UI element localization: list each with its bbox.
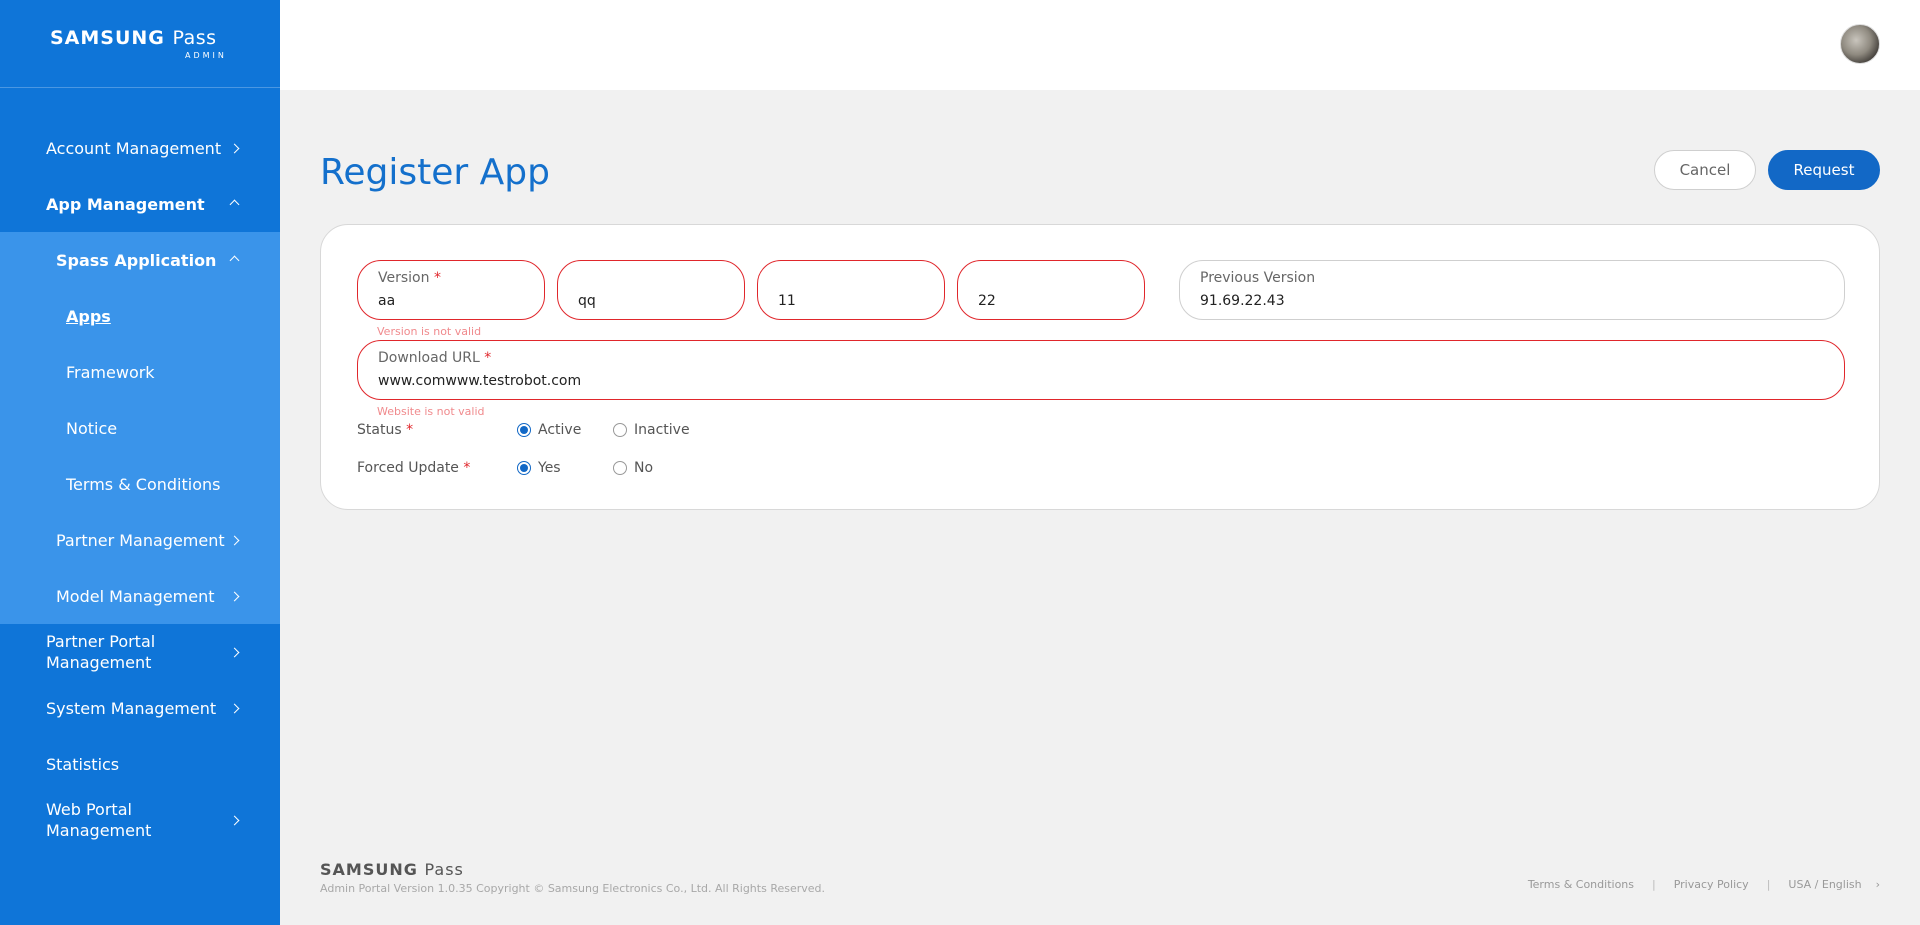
footer-link-privacy[interactable]: Privacy Policy: [1674, 878, 1749, 891]
chevron-right-icon: [231, 532, 238, 548]
top-bar: [280, 0, 1920, 90]
download-url-input[interactable]: [378, 371, 1824, 391]
avatar[interactable]: [1840, 24, 1880, 64]
previous-version-field: Previous Version: [1179, 260, 1845, 320]
sidebar-nav: Account Management App Management Spass …: [0, 120, 280, 848]
chevron-right-icon: [231, 644, 238, 660]
sidebar-item-label: Partner Management: [56, 530, 225, 550]
sidebar-item-label: Notice: [66, 418, 118, 438]
version-major-field[interactable]: Version *: [357, 260, 545, 320]
app-management-submenu: Spass Application Apps Framework Notice …: [0, 232, 280, 624]
sidebar-item-account-management[interactable]: Account Management: [0, 120, 280, 176]
footer-separator: |: [1652, 878, 1656, 891]
required-mark: *: [406, 422, 414, 438]
logo-samsung: SAMSUNG: [50, 27, 165, 49]
required-mark: *: [433, 270, 441, 286]
sidebar-item-label: App Management: [46, 194, 205, 214]
download-url-label-text: Download URL: [378, 350, 480, 366]
previous-version-label: Previous Version: [1200, 270, 1316, 286]
status-label: Status *: [357, 422, 413, 438]
required-mark: *: [463, 460, 471, 476]
main-content: Register App Cancel Request Version * Ve…: [280, 90, 1920, 925]
chevron-right-icon: [231, 812, 238, 828]
version-error: Version is not valid: [377, 325, 482, 338]
status-label-text: Status: [357, 422, 402, 438]
sidebar-item-apps[interactable]: Apps: [0, 288, 280, 344]
radio-label: No: [634, 460, 654, 476]
sidebar-item-notice[interactable]: Notice: [0, 400, 280, 456]
forced-update-yes-radio[interactable]: Yes: [517, 460, 561, 476]
logo-text: SAMSUNG Pass: [50, 27, 280, 49]
footer-logo-samsung: SAMSUNG: [320, 860, 418, 879]
footer-links: Terms & Conditions | Privacy Policy | US…: [1528, 878, 1880, 891]
download-url-error: Website is not valid: [377, 405, 485, 418]
footer-logo-pass: Pass: [424, 860, 464, 879]
sidebar-item-label: Partner Portal Management: [46, 632, 156, 672]
version-build-input[interactable]: [978, 291, 1124, 311]
sidebar-item-spass-application[interactable]: Spass Application: [0, 232, 280, 288]
cancel-button[interactable]: Cancel: [1654, 150, 1756, 190]
version-patch-input[interactable]: [778, 291, 924, 311]
sidebar-item-model-management[interactable]: Model Management: [0, 568, 280, 624]
sidebar-item-partner-portal-management[interactable]: Partner Portal Management: [0, 624, 280, 680]
chevron-up-icon: [231, 196, 238, 212]
request-button[interactable]: Request: [1768, 150, 1880, 190]
page-title: Register App: [320, 152, 550, 193]
chevron-right-icon: [231, 140, 238, 156]
radio-selected-icon: [517, 461, 531, 475]
sidebar-item-label: Spass Application: [56, 250, 217, 270]
version-label-text: Version: [378, 270, 430, 286]
forced-update-label-text: Forced Update: [357, 460, 459, 476]
version-minor-input[interactable]: [578, 291, 724, 311]
samsung-pass-admin-logo[interactable]: SAMSUNG Pass ADMIN: [0, 0, 280, 88]
footer-separator: |: [1766, 878, 1771, 891]
sidebar-item-terms-conditions[interactable]: Terms & Conditions: [0, 456, 280, 512]
sidebar-item-label: Statistics: [46, 754, 120, 774]
forced-update-no-radio[interactable]: No: [613, 460, 653, 476]
sidebar-item-web-portal-management[interactable]: Web Portal Management: [0, 792, 280, 848]
download-url-field[interactable]: Download URL *: [357, 340, 1845, 400]
previous-version-input: [1200, 291, 1824, 311]
register-app-form: Version * Version is not valid Previous …: [320, 224, 1880, 510]
version-minor-field[interactable]: [557, 260, 745, 320]
download-url-label: Download URL *: [378, 349, 1824, 367]
radio-label: Yes: [538, 460, 561, 476]
status-active-radio[interactable]: Active: [517, 422, 581, 438]
required-mark: *: [484, 350, 492, 366]
radio-selected-icon: [517, 423, 531, 437]
sidebar-item-label: Model Management: [56, 586, 215, 606]
sidebar-item-label: Apps: [66, 306, 111, 326]
chevron-right-icon[interactable]: ›: [1876, 878, 1880, 891]
sidebar-item-label: Framework: [66, 362, 155, 382]
footer-logo: SAMSUNG Pass: [320, 860, 464, 879]
radio-unselected-icon: [613, 461, 627, 475]
sidebar-item-label: System Management: [46, 698, 217, 718]
radio-label: Active: [538, 422, 582, 438]
radio-unselected-icon: [613, 423, 627, 437]
sidebar-item-system-management[interactable]: System Management: [0, 680, 280, 736]
logo-admin: ADMIN: [185, 51, 227, 60]
footer-link-locale[interactable]: USA / English: [1788, 878, 1861, 891]
chevron-right-icon: [231, 588, 238, 604]
chevron-right-icon: [231, 700, 238, 716]
sidebar-item-statistics[interactable]: Statistics: [0, 736, 280, 792]
logo-pass: Pass: [172, 27, 217, 49]
footer-copyright: Admin Portal Version 1.0.35 Copyright © …: [320, 882, 826, 895]
version-patch-field[interactable]: [757, 260, 945, 320]
sidebar-item-label: Terms & Conditions: [66, 474, 221, 494]
forced-update-label: Forced Update *: [357, 460, 470, 476]
status-inactive-radio[interactable]: Inactive: [613, 422, 690, 438]
sidebar-item-label: Account Management: [46, 138, 222, 158]
footer-link-terms[interactable]: Terms & Conditions: [1528, 878, 1634, 891]
sidebar: SAMSUNG Pass ADMIN Account Management Ap…: [0, 0, 280, 925]
sidebar-item-label: Web Portal Management: [46, 800, 152, 840]
version-major-input[interactable]: [378, 291, 524, 311]
sidebar-item-app-management[interactable]: App Management: [0, 176, 280, 232]
version-build-field[interactable]: [957, 260, 1145, 320]
radio-label: Inactive: [634, 422, 690, 438]
chevron-up-icon: [231, 252, 238, 268]
sidebar-item-partner-management[interactable]: Partner Management: [0, 512, 280, 568]
sidebar-item-framework[interactable]: Framework: [0, 344, 280, 400]
version-label: Version *: [378, 269, 524, 287]
